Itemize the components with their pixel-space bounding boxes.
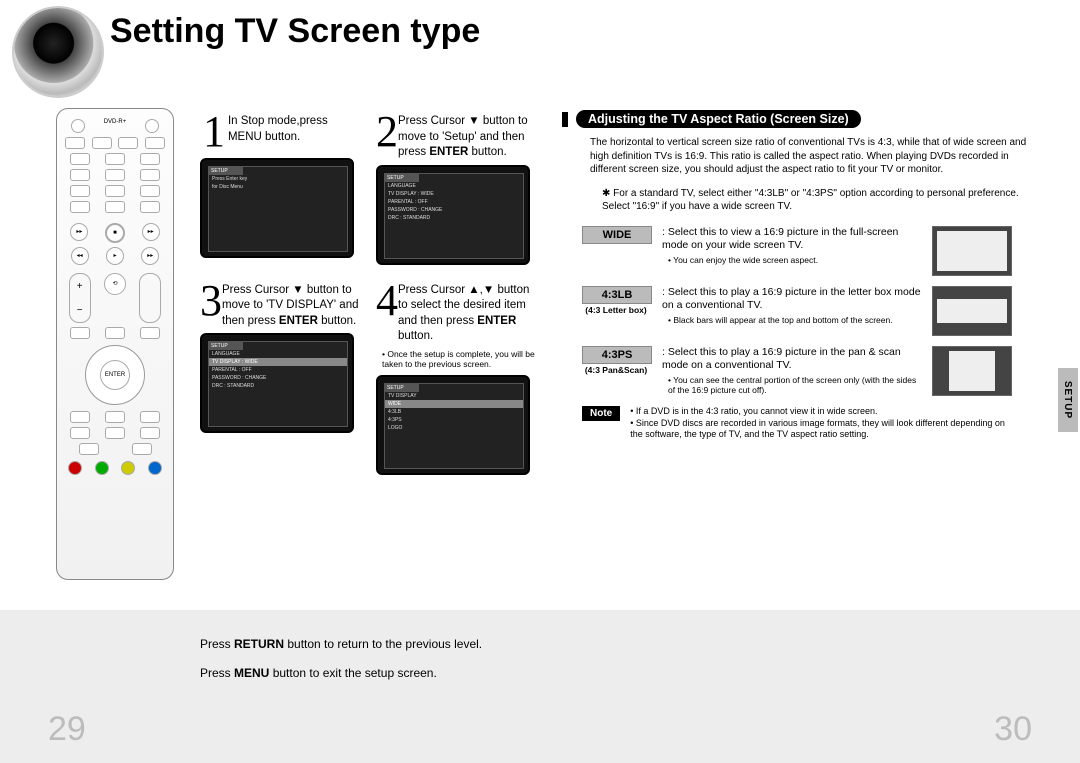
step-number: 3 [200, 279, 222, 323]
section-bar-icon [562, 112, 568, 127]
step-footnote: • Once the setup is complete, you will b… [376, 349, 540, 369]
aspect-diagram-letterbox [932, 286, 1012, 336]
step-number: 1 [200, 110, 228, 154]
remote-illustration: DVD-R+ ▸▸■▸▸ ◂◂▸▸▸ +− ⟲ [56, 108, 186, 608]
mode-bullet: • Black bars will appear at the top and … [668, 315, 922, 326]
section-heading: Adjusting the TV Aspect Ratio (Screen Si… [576, 110, 861, 128]
mode-bullet: • You can enjoy the wide screen aspect. [668, 255, 922, 266]
step-number: 2 [376, 110, 398, 154]
aspect-ratio-section: Adjusting the TV Aspect Ratio (Screen Si… [562, 110, 1042, 441]
mode-letterbox: 4:3LB (4:3 Letter box) : Select this to … [582, 286, 1042, 336]
mode-description: : Select this to view a 16:9 picture in … [662, 226, 898, 252]
bottom-instructions: Press RETURN button to return to the pre… [200, 630, 482, 688]
mode-label: WIDE [582, 226, 652, 244]
page-title: Setting TV Screen type [110, 12, 480, 51]
note-label: Note [582, 406, 620, 421]
mode-bullet: • You can see the central portion of the… [668, 375, 922, 396]
step-text: Press Cursor ▼ button to move to 'Setup'… [398, 110, 540, 161]
mode-wide: WIDE : Select this to view a 16:9 pictur… [582, 226, 1042, 276]
osd-thumbnail: SETUPLANGUAGETV DISPLAY : WIDEPARENTAL :… [200, 333, 354, 433]
mode-label: 4:3PS [582, 346, 652, 364]
aspect-diagram-wide [932, 226, 1012, 276]
steps-area: 1 In Stop mode,press MENU button. SETUPP… [200, 110, 540, 489]
step-text: In Stop mode,press MENU button. [228, 110, 364, 145]
mode-panscan: 4:3PS (4:3 Pan&Scan) : Select this to pl… [582, 346, 1042, 397]
remote-enter-pad [85, 345, 145, 405]
mode-sublabel: (4:3 Letter box) [582, 305, 650, 315]
note-block: Note • If a DVD is in the 4:3 ratio, you… [582, 406, 1042, 441]
aspect-diagram-panscan [932, 346, 1012, 396]
bottom-bar: Press RETURN button to return to the pre… [0, 610, 1080, 763]
step-text: Press Cursor ▲,▼ button to select the de… [398, 279, 540, 345]
osd-thumbnail: SETUPPress Enter keyfor Disc Menu [200, 158, 354, 258]
page-number-left: 29 [48, 710, 86, 749]
osd-thumbnail: SETUPLANGUAGETV DISPLAY : WIDEPARENTAL :… [376, 165, 530, 265]
intro-paragraph: The horizontal to vertical screen size r… [590, 136, 1034, 177]
star-note: ✱ For a standard TV, select either "4:3L… [602, 187, 1034, 214]
speaker-graphic [14, 8, 102, 96]
step-text: Press Cursor ▼ button to move to 'TV DIS… [222, 279, 364, 330]
side-tab: SETUP [1058, 368, 1078, 432]
mode-label: 4:3LB [582, 286, 652, 304]
manual-spread: Setting TV Screen type DVD-R+ ▸▸■▸▸ ◂◂▸▸… [0, 0, 1080, 763]
mode-sublabel: (4:3 Pan&Scan) [582, 365, 650, 375]
step-number: 4 [376, 279, 398, 323]
osd-thumbnail: SETUPTV DISPLAYWIDE4:3LB4:3PSLOGO [376, 375, 530, 475]
mode-description: : Select this to play a 16:9 picture in … [662, 286, 921, 312]
note-text: • If a DVD is in the 4:3 ratio, you cann… [630, 406, 1010, 441]
mode-description: : Select this to play a 16:9 picture in … [662, 346, 901, 372]
page-number-right: 30 [994, 710, 1032, 749]
